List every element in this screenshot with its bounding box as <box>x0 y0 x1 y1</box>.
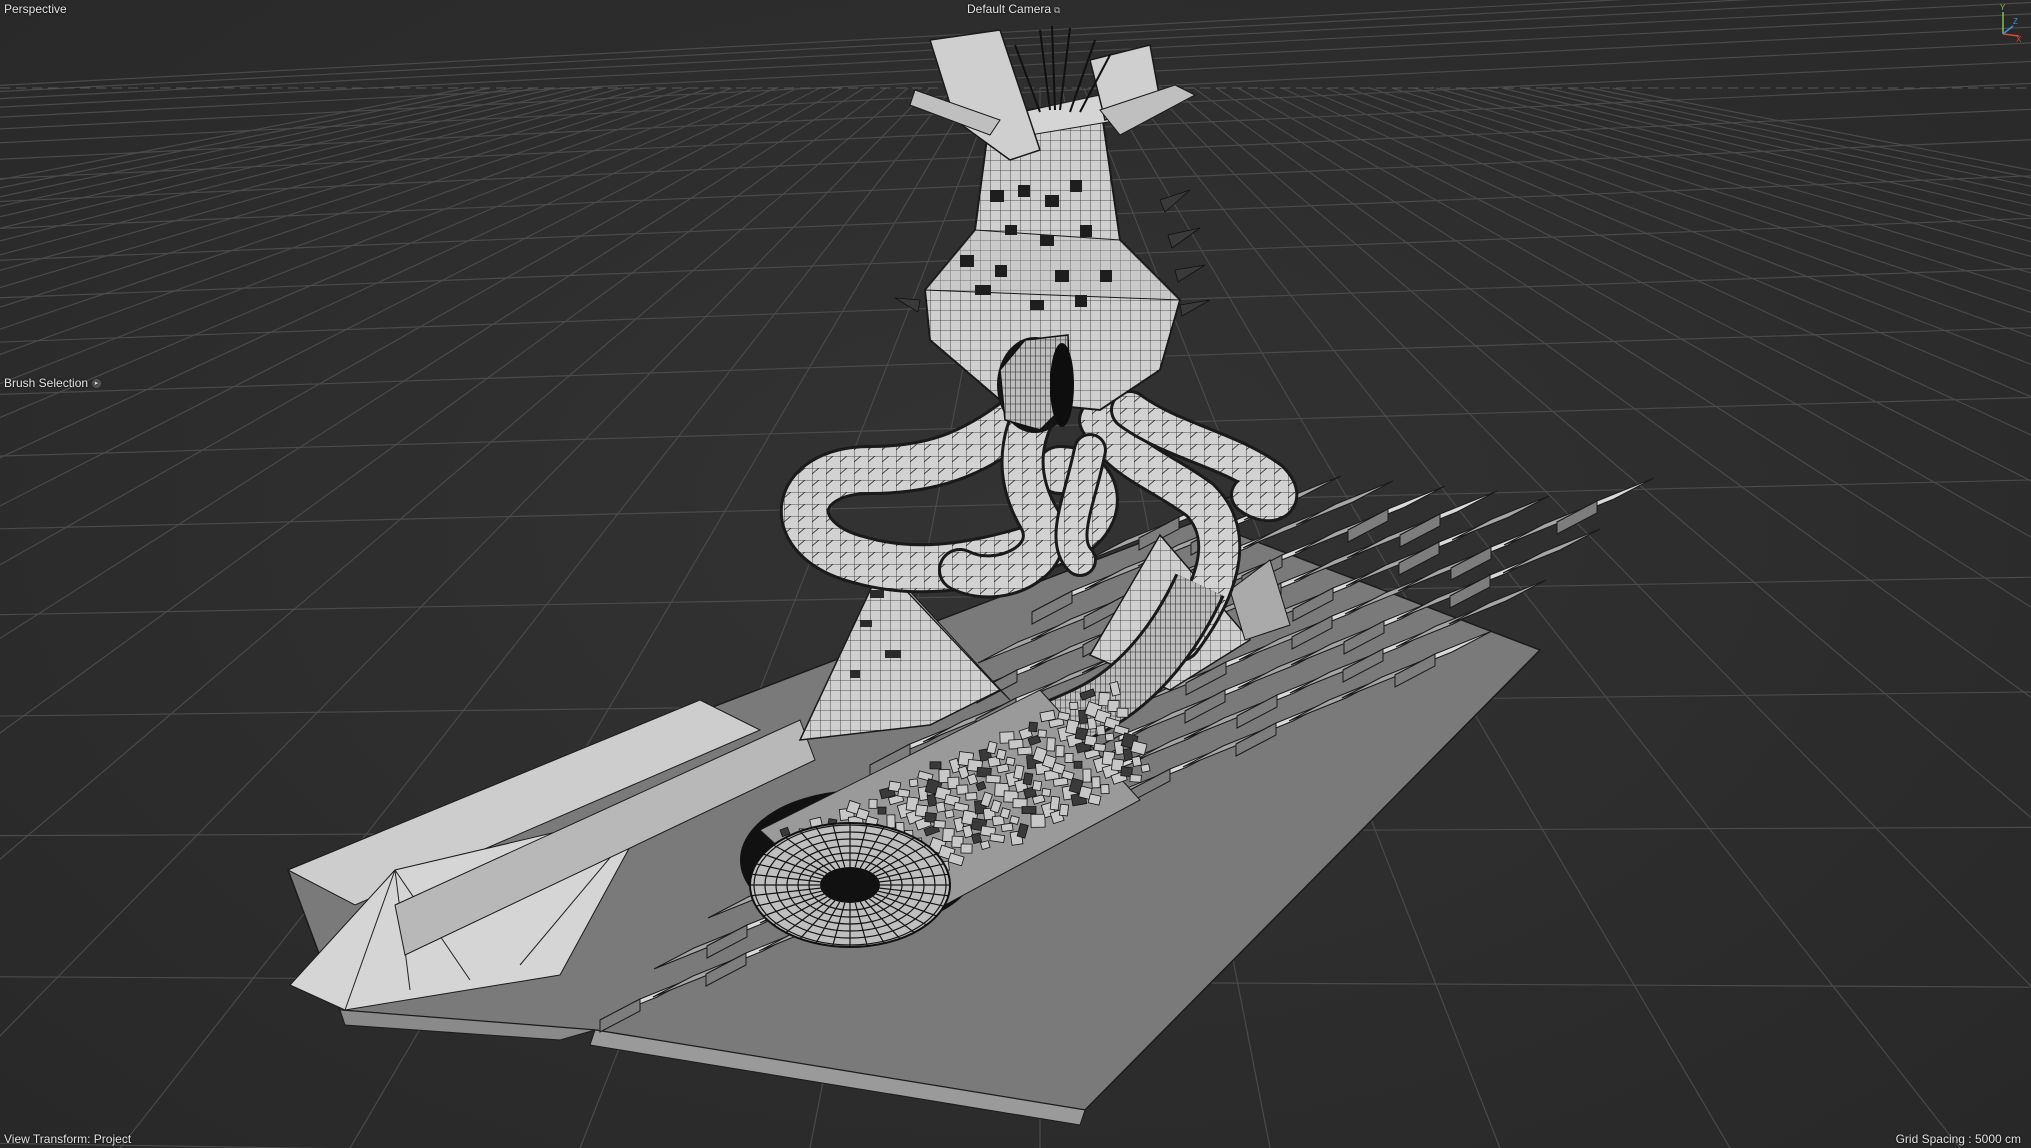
dropdown-circle-icon[interactable]: ▸ <box>92 379 102 389</box>
roller-spike <box>1093 742 1107 753</box>
grid-line <box>1589 87 2031 179</box>
roller-spike <box>1069 701 1079 711</box>
roller-spike <box>1131 755 1142 767</box>
grid-line <box>1523 87 2031 207</box>
roller-spike <box>1104 732 1115 742</box>
roller-spike <box>1059 803 1069 817</box>
floor-tile <box>1502 528 1601 574</box>
roller-spike <box>1095 724 1106 736</box>
roller-spike <box>1037 729 1047 738</box>
brush-selection-menu[interactable]: Brush Selection ▸ <box>4 376 102 390</box>
grid-line <box>1567 87 2031 187</box>
roller-spike <box>1046 737 1056 752</box>
camera-menu[interactable]: Default Camera ⧉ <box>967 2 1060 17</box>
roller-spike <box>886 814 896 829</box>
roller-spike <box>1032 780 1043 792</box>
axis-gizmo[interactable]: Y Z X <box>1989 2 2023 42</box>
grid-line <box>1545 87 2031 197</box>
roller-spike <box>965 792 978 801</box>
grid-line <box>1611 87 2031 171</box>
view-transform-label: View Transform: Project <box>4 1132 132 1146</box>
z-axis-label: Z <box>2013 17 2018 26</box>
roller-spike <box>1022 772 1034 786</box>
view-mode-label[interactable]: Perspective <box>4 2 67 16</box>
roller-spike <box>908 778 919 788</box>
roller-spike <box>1030 813 1046 828</box>
grid-line <box>1435 87 2031 258</box>
roller-spike <box>1052 776 1069 787</box>
camera-menu-icon[interactable]: ⧉ <box>1054 3 1060 17</box>
floor-tile <box>1451 495 1550 541</box>
roller-spike <box>944 809 955 819</box>
roller-spike <box>985 774 1001 784</box>
tower-head-mesh <box>894 25 1211 433</box>
roller-spike <box>1017 746 1033 756</box>
roller-spike <box>933 819 946 829</box>
roller-spike <box>1091 776 1101 789</box>
grid-line <box>1479 87 2031 230</box>
roller-spike <box>1064 753 1074 763</box>
roller-spike <box>1100 783 1110 795</box>
z-axis-line <box>2002 25 2014 35</box>
roller-spike <box>1049 795 1061 811</box>
grid-line <box>1391 87 2031 293</box>
roller-spike <box>1005 756 1016 767</box>
roller-spike <box>960 843 973 854</box>
roller-spike <box>1073 760 1083 769</box>
grid-line <box>1413 87 2031 274</box>
roller-spike <box>1041 787 1052 797</box>
camera-label: Default Camera <box>967 2 1052 16</box>
roller-spike <box>989 833 1006 844</box>
roller-spike <box>1028 721 1038 733</box>
grid-line <box>1369 87 2031 314</box>
roller-spike <box>1140 763 1151 773</box>
roller-spike <box>868 798 878 809</box>
roller-spike <box>1116 707 1129 718</box>
roller-spike <box>929 761 942 770</box>
x-axis-label: X <box>2016 35 2022 42</box>
y-axis-label: Y <box>2000 3 2006 12</box>
brush-selection-label: Brush Selection <box>4 376 89 390</box>
grid-spacing-label: Grid Spacing : 5000 cm <box>1895 1132 2021 1146</box>
roller-spike <box>995 748 1007 761</box>
roller-spike <box>1021 806 1037 814</box>
3d-viewport[interactable]: Perspective Default Camera ⧉ Brush Select… <box>0 0 2031 1148</box>
scene-canvas[interactable] <box>0 0 2031 1148</box>
roller-spike <box>971 832 983 845</box>
grid-line <box>1501 87 2031 217</box>
roller-spike <box>1082 768 1092 783</box>
roller-spike <box>897 788 911 798</box>
roller-spike <box>1129 774 1142 783</box>
roller-spike <box>1000 822 1014 833</box>
roller-spike <box>1055 745 1065 758</box>
roller-spike <box>877 806 887 815</box>
roller-spike <box>1087 793 1102 806</box>
